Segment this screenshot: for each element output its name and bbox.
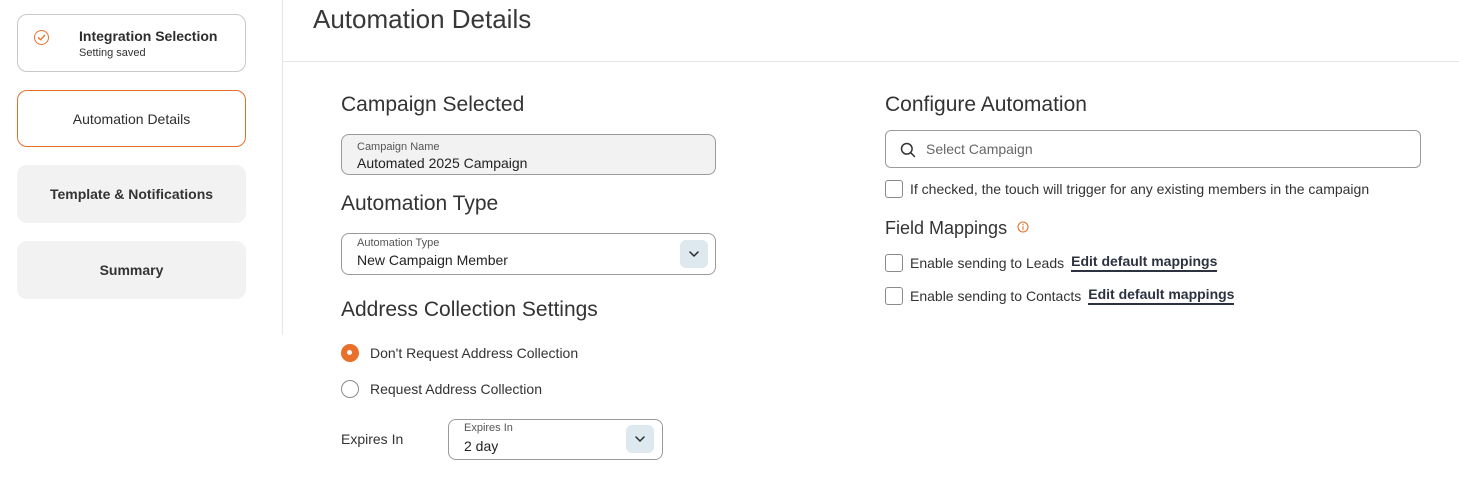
radio-dont-request-address[interactable]: Don't Request Address Collection (341, 344, 578, 362)
app-root: Integration Selection Setting saved Auto… (0, 0, 1459, 498)
step-label: Integration Selection (79, 28, 218, 44)
automation-type-section-title: Automation Type (341, 192, 499, 215)
check-circle-icon (34, 30, 49, 45)
search-icon (900, 142, 916, 163)
contacts-option[interactable]: Enable sending to Contacts Edit default … (885, 286, 1235, 305)
leads-label: Enable sending to Leads (910, 254, 1065, 271)
step-label: Summary (99, 262, 164, 278)
expires-in-label: Expires In (341, 431, 404, 447)
campaign-name-value: Automated 2025 Campaign (357, 155, 528, 171)
expires-in-field-label: Expires In (464, 422, 513, 434)
existing-members-label: If checked, the touch will trigger for a… (910, 181, 1370, 197)
address-section-title: Address Collection Settings (341, 298, 598, 321)
step-template-notifications[interactable]: Template & Notifications (17, 165, 246, 223)
radio-request-address[interactable]: Request Address Collection (341, 380, 542, 398)
radio-label: Don't Request Address Collection (370, 345, 579, 361)
step-automation-details[interactable]: Automation Details (17, 90, 246, 147)
existing-members-option[interactable]: If checked, the touch will trigger for a… (885, 180, 1369, 198)
step-summary[interactable]: Summary (17, 241, 246, 299)
campaign-name-label: Campaign Name (357, 141, 440, 153)
step-status: Setting saved (79, 47, 146, 59)
campaign-search-input[interactable] (926, 139, 1406, 159)
radio-button-selected[interactable] (341, 344, 359, 362)
step-label: Template & Notifications (49, 186, 214, 202)
configure-section-title: Configure Automation (885, 93, 1087, 116)
expires-in-value: 2 day (464, 438, 499, 454)
existing-members-checkbox[interactable] (885, 180, 903, 198)
automation-type-value: New Campaign Member (357, 252, 508, 268)
field-mappings-title: Field Mappings (885, 218, 1008, 238)
chevron-down-icon[interactable] (626, 425, 654, 453)
contacts-edit-mappings-link[interactable]: Edit default mappings (1088, 286, 1235, 305)
step-integration-selection[interactable]: Integration Selection Setting saved (17, 14, 246, 72)
leads-checkbox[interactable] (885, 253, 903, 272)
campaign-section-title: Campaign Selected (341, 93, 525, 116)
radio-button[interactable] (341, 380, 359, 398)
page-title: Automation Details (313, 4, 532, 34)
info-icon[interactable] (1017, 220, 1029, 238)
leads-option[interactable]: Enable sending to Leads Edit default map… (885, 253, 1218, 272)
campaign-search-field[interactable] (885, 130, 1421, 168)
step-label: Automation Details (72, 110, 191, 127)
sidebar-steps: Integration Selection Setting saved Auto… (0, 0, 283, 335)
field-mappings-header: Field Mappings (885, 218, 1029, 239)
header-divider (283, 61, 1459, 62)
leads-edit-mappings-link[interactable]: Edit default mappings (1071, 253, 1218, 272)
contacts-label: Enable sending to Contacts (910, 287, 1082, 304)
campaign-name-field: Campaign Name Automated 2025 Campaign (341, 134, 716, 175)
automation-type-label: Automation Type (357, 237, 440, 249)
expires-in-select[interactable]: Expires In 2 day (448, 419, 663, 460)
automation-type-select[interactable]: Automation Type New Campaign Member (341, 233, 716, 275)
chevron-down-icon[interactable] (680, 240, 708, 268)
radio-label: Request Address Collection (370, 381, 542, 397)
contacts-checkbox[interactable] (885, 286, 903, 305)
